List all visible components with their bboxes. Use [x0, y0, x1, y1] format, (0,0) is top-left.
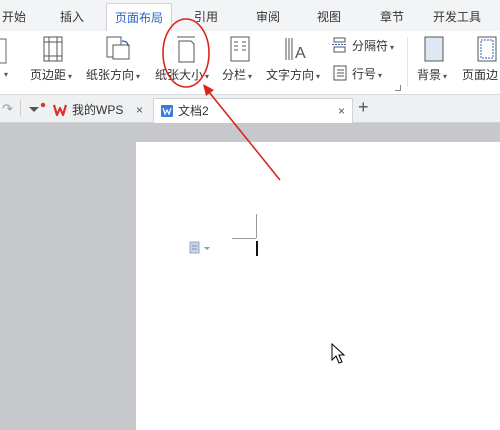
tab-document-2[interactable]: 文档2 × — [153, 98, 353, 124]
tab-start[interactable]: 开始 — [2, 8, 26, 25]
text-direction-icon: A — [285, 38, 306, 62]
margins-icon — [43, 36, 63, 62]
page-border-button[interactable]: 页面边 — [460, 31, 500, 94]
dialog-launcher-icon[interactable] — [395, 85, 401, 91]
menu-bar: 开始 插入 页面布局 引用 审阅 视图 章节 开发工具 — [0, 0, 500, 32]
margin-corner-mark — [256, 214, 257, 238]
writer-doc-icon — [161, 105, 173, 117]
tab-my-wps[interactable]: 我的WPS × — [50, 98, 148, 122]
page-border-icon — [477, 36, 497, 62]
document-page[interactable] — [136, 142, 500, 430]
ribbon-toolbar: ▾ 页边距 ▾ 纸张方向 ▾ 纸张大小 ▾ 分栏 ▾ A 文字方向 ▾ 分隔符 … — [0, 31, 500, 95]
paper-size-button[interactable]: 纸张大小 ▾ — [155, 31, 217, 94]
tab-references[interactable]: 引用 — [194, 8, 218, 25]
text-direction-label: 文字方向 — [266, 68, 315, 82]
margins-label: 页边距 — [30, 68, 67, 82]
orientation-button[interactable]: 纸张方向 ▾ — [86, 31, 148, 94]
separator-label: 分隔符 — [352, 39, 389, 53]
page-border-label: 页面边 — [462, 68, 499, 82]
line-number-button[interactable]: 行号 ▾ — [332, 63, 402, 83]
text-cursor — [256, 241, 258, 256]
new-tab-plus-icon[interactable]: + — [358, 97, 369, 118]
separator-button[interactable]: 分隔符 ▾ — [332, 35, 402, 55]
dropdown-arrow: ▾ — [4, 70, 9, 79]
svg-text:A: A — [295, 45, 306, 62]
tab-view[interactable]: 视图 — [317, 8, 341, 25]
tab-bar-divider — [20, 100, 21, 116]
wps-logo-icon — [53, 104, 68, 117]
background-icon — [424, 36, 444, 62]
separator-icon — [332, 37, 347, 53]
cut-off-button[interactable]: ▾ — [0, 31, 10, 94]
paper-size-label: 纸张大小 — [155, 68, 204, 82]
columns-label: 分栏 — [222, 68, 247, 82]
paper-size-icon — [177, 36, 195, 63]
close-icon[interactable]: × — [136, 98, 143, 122]
columns-button[interactable]: 分栏 ▾ — [222, 31, 260, 94]
tab-insert[interactable]: 插入 — [60, 8, 84, 25]
margins-button[interactable]: 页边距 ▾ — [30, 31, 78, 94]
mouse-pointer-icon — [331, 343, 346, 364]
tab-menu-dropdown-icon[interactable] — [28, 102, 46, 116]
ribbon-divider — [407, 37, 408, 87]
orientation-icon — [106, 36, 130, 60]
tab-document-2-label: 文档2 — [178, 104, 209, 118]
document-icon — [0, 38, 7, 64]
tab-my-wps-label: 我的WPS — [72, 103, 124, 117]
tab-review[interactable]: 审阅 — [256, 8, 280, 25]
document-workspace — [0, 123, 500, 430]
tab-page-layout[interactable]: 页面布局 — [106, 3, 173, 32]
close-icon[interactable]: × — [338, 99, 345, 123]
line-number-icon — [333, 65, 347, 81]
paste-options-icon[interactable] — [188, 240, 214, 256]
orientation-label: 纸张方向 — [86, 68, 135, 82]
text-direction-button[interactable]: A 文字方向 ▾ — [266, 31, 328, 94]
columns-icon — [230, 36, 250, 62]
document-tab-bar: ↷ 我的WPS × 文档2 × + — [0, 95, 500, 124]
tab-developer[interactable]: 开发工具 — [433, 8, 481, 25]
tab-chapter[interactable]: 章节 — [380, 8, 404, 25]
background-button[interactable]: 背景 ▾ — [413, 31, 455, 94]
background-label: 背景 — [417, 68, 442, 82]
redo-icon[interactable]: ↷ — [2, 101, 13, 117]
margin-corner-mark — [232, 238, 256, 239]
line-number-label: 行号 — [352, 67, 377, 81]
